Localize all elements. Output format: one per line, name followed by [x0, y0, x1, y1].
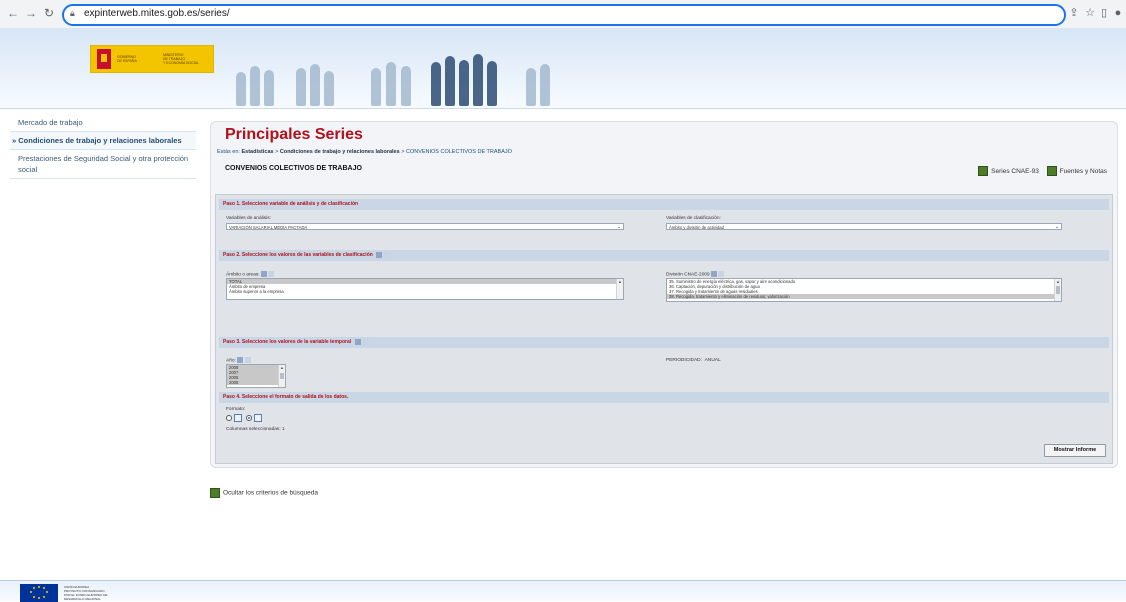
- periodicity: PERIODICIDAD: ANUAL: [666, 358, 721, 363]
- select-all-icon[interactable]: [711, 271, 718, 277]
- excel-format-icon: [254, 414, 262, 422]
- deselect-all-icon[interactable]: [718, 271, 725, 277]
- sidebar-item-condiciones-trabajo[interactable]: » Condiciones de trabajo y relaciones la…: [10, 132, 196, 150]
- list-item[interactable]: 38. Recogida, tratamiento y eliminación …: [667, 294, 1061, 299]
- series-icon: [978, 166, 989, 176]
- format-radio-excel[interactable]: [246, 415, 252, 421]
- breadcrumb: Estás en: Estadísticas > Condiciones de …: [217, 149, 512, 155]
- address-bar[interactable]: 🔒︎ expinterweb.mites.gob.es/series/: [62, 4, 1066, 26]
- select-all-icon[interactable]: [354, 338, 361, 345]
- breadcrumb-estadisticas[interactable]: Estadísticas: [241, 149, 273, 155]
- star-icon[interactable]: ☆: [1084, 7, 1096, 19]
- ambito-label: Ámbito o areas:: [226, 271, 275, 277]
- year-listbox[interactable]: 2008 2007 2006 2005 ▲: [226, 364, 286, 388]
- header-banner: GOBIERNO DE ESPAÑA MINISTERIO DE TRABAJO…: [0, 28, 1126, 109]
- coat-of-arms-icon: [97, 49, 111, 69]
- select-all-icon[interactable]: [260, 271, 267, 277]
- cnae-label: División CNAE-2009: [666, 271, 725, 277]
- classification-label: Variables de clasificación:: [666, 216, 721, 221]
- step2-header: Paso 2. Seleccione los valores de las va…: [219, 250, 1109, 261]
- main-panel: Principales Series Estás en: Estadística…: [210, 121, 1118, 468]
- scrollbar[interactable]: ▲: [616, 279, 623, 299]
- deselect-all-icon[interactable]: [384, 251, 391, 258]
- chevron-down-icon: ⌄: [616, 224, 621, 230]
- notes-icon: [1046, 166, 1057, 176]
- breadcrumb-condiciones[interactable]: Condiciones de trabajo y relaciones labo…: [280, 149, 400, 155]
- deselect-all-icon[interactable]: [268, 271, 275, 277]
- deselect-all-icon[interactable]: [362, 338, 369, 345]
- top-links: Series CNAE-93 Fuentes y Notas: [972, 166, 1107, 176]
- url-text[interactable]: expinterweb.mites.gob.es/series/: [84, 8, 230, 19]
- step3-header: Paso 3. Seleccione los valores de la var…: [219, 337, 1109, 348]
- analysis-label: Variables de análisis:: [226, 216, 271, 221]
- format-radio-pdf[interactable]: [226, 415, 232, 421]
- lock-icon: 🔒︎: [70, 8, 75, 18]
- classification-select[interactable]: Ámbito y división de actividad ⌄: [666, 223, 1062, 230]
- section-title: CONVENIOS COLECTIVOS DE TRABAJO: [225, 165, 362, 172]
- toggle-criteria-icon: [210, 488, 220, 498]
- sidebar-nav: Mercado de trabajo » Condiciones de trab…: [10, 114, 196, 179]
- sidebar-item-prestaciones[interactable]: Prestaciones de Seguridad Social y otra …: [10, 150, 196, 179]
- browser-toolbar: ← → ↻ 🔒︎ expinterweb.mites.gob.es/series…: [0, 0, 1126, 29]
- people-silhouettes-image: [226, 48, 586, 106]
- search-form: Paso 1. Seleccione variable de análisis …: [215, 194, 1113, 464]
- series-cnae93-link[interactable]: Series CNAE-93: [991, 168, 1039, 175]
- list-item[interactable]: 2005: [227, 380, 285, 385]
- breadcrumb-current: CONVENIOS COLECTIVOS DE TRABAJO: [405, 149, 512, 155]
- page-title: Principales Series: [225, 126, 363, 143]
- eu-flag-icon: [20, 584, 58, 602]
- pdf-format-icon: [234, 414, 242, 422]
- back-arrow-icon[interactable]: ←: [6, 6, 20, 20]
- step1-header: Paso 1. Seleccione variable de análisis …: [219, 199, 1109, 210]
- scrollbar[interactable]: ▲: [1054, 279, 1061, 301]
- step4-header: Paso 4. Seleccione el formato de salida …: [219, 392, 1109, 403]
- sidebar-item-mercado-trabajo[interactable]: Mercado de trabajo: [10, 114, 196, 132]
- fuentes-notas-link[interactable]: Fuentes y Notas: [1060, 168, 1107, 175]
- hide-criteria-link[interactable]: Ocultar los criterios de búsqueda: [210, 488, 318, 498]
- footer: UNIÓN EUROPEA PROYECTO COFINANCIADO POR …: [0, 581, 1126, 602]
- analysis-select[interactable]: VARIACIÓN SALARIAL MEDIA PACTADA ⌄: [226, 223, 624, 230]
- columns-selected: Columnas seleccionadas: 1: [226, 427, 285, 432]
- cnae-listbox[interactable]: 35. Suministro de energía eléctrica, gas…: [666, 278, 1062, 302]
- profile-icon[interactable]: ●: [1112, 7, 1124, 19]
- sidebar-icon[interactable]: ▯: [1098, 7, 1110, 19]
- chevron-down-icon: ⌄: [1054, 224, 1059, 230]
- format-label: Formato:: [226, 407, 246, 412]
- ambito-listbox[interactable]: TOTAL Ámbito de empresa Ámbito superior …: [226, 278, 624, 300]
- reload-icon[interactable]: ↻: [42, 6, 56, 20]
- select-all-icon[interactable]: [376, 251, 383, 258]
- mostrar-informe-button[interactable]: Mostrar Informe: [1044, 444, 1106, 457]
- deselect-all-icon[interactable]: [244, 357, 251, 363]
- forward-arrow-icon[interactable]: →: [24, 6, 38, 20]
- list-item[interactable]: Ámbito superior a la empresa: [227, 289, 623, 294]
- share-icon[interactable]: ⇪: [1068, 7, 1080, 19]
- government-logo[interactable]: GOBIERNO DE ESPAÑA MINISTERIO DE TRABAJO…: [90, 45, 214, 73]
- scrollbar[interactable]: ▲: [278, 365, 285, 387]
- select-all-icon[interactable]: [237, 357, 244, 363]
- year-label: Año:: [226, 357, 251, 363]
- eu-funding-text: UNIÓN EUROPEA PROYECTO COFINANCIADO POR …: [64, 585, 108, 601]
